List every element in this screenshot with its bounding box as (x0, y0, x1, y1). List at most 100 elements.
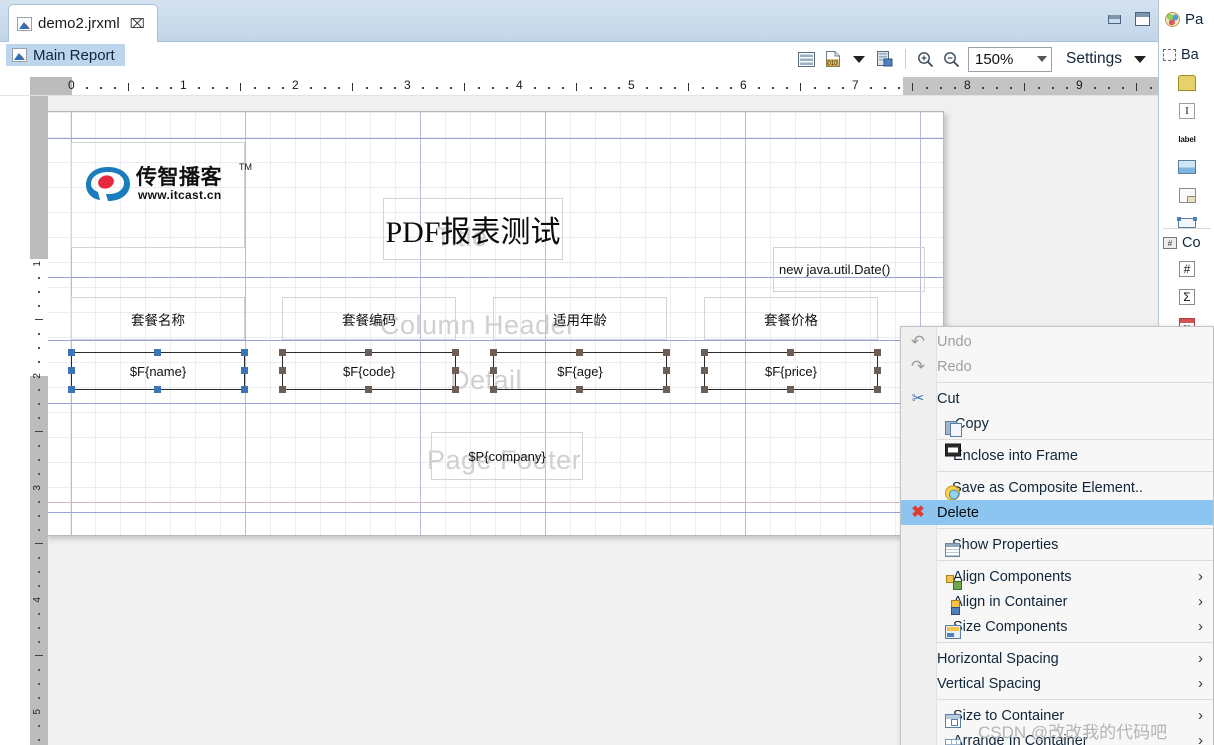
bands-icon[interactable] (794, 47, 820, 71)
settings-chevron-down-icon[interactable] (1134, 55, 1146, 63)
column-header-age[interactable]: 适用年龄 (493, 297, 667, 340)
menu-item-size-components[interactable]: Size Components › (901, 614, 1213, 639)
resize-handle-s[interactable] (154, 386, 161, 393)
ruler-tick-minor (282, 87, 284, 89)
ruler-tick-minor (548, 87, 550, 89)
detail-field-age[interactable]: $F{age} (490, 349, 670, 393)
palette-item-break-element[interactable] (1175, 184, 1199, 206)
ruler-tick-minor (366, 87, 368, 89)
resize-handle-w[interactable] (701, 367, 708, 374)
ruler-tick-minor (1122, 87, 1124, 89)
title-text-element[interactable]: PDF报表测试 (383, 198, 563, 260)
palette-item-image[interactable] (1175, 156, 1199, 178)
resize-handle-s[interactable] (787, 386, 794, 393)
resize-handle-w[interactable] (279, 367, 286, 374)
minimize-icon[interactable] (1108, 14, 1121, 24)
resize-handle-nw[interactable] (279, 349, 286, 356)
resize-handle-e[interactable] (241, 367, 248, 374)
resize-handle-sw[interactable] (68, 386, 75, 393)
detail-field-code[interactable]: $F{code} (279, 349, 459, 393)
resize-handle-w[interactable] (490, 367, 497, 374)
report-page-sheet[interactable]: Title Column Header Detail Page Footer 传… (48, 111, 944, 536)
column-header-price[interactable]: 套餐价格 (704, 297, 878, 340)
resize-handle-nw[interactable] (490, 349, 497, 356)
resize-handle-se[interactable] (874, 386, 881, 393)
data-fields-icon[interactable]: 010 (820, 47, 846, 71)
resize-handle-ne[interactable] (452, 349, 459, 356)
palette-item-static-text[interactable]: I (1175, 100, 1199, 122)
zoom-out-icon[interactable] (939, 47, 965, 71)
ruler-number: 2 (32, 373, 43, 379)
resize-handle-w[interactable] (68, 367, 75, 374)
palette-section-composite[interactable]: # Co (1163, 232, 1201, 254)
resize-handle-ne[interactable] (663, 349, 670, 356)
column-header-name[interactable]: 套餐名称 (71, 297, 245, 340)
resize-handle-n[interactable] (576, 349, 583, 356)
date-expression-element[interactable]: new java.util.Date() (773, 247, 925, 292)
menu-item-vertical-spacing[interactable]: Vertical Spacing › (901, 671, 1213, 696)
menu-item-align-in-container[interactable]: Align in Container › (901, 589, 1213, 615)
menu-item-cut[interactable]: ✂ Cut (901, 386, 1213, 411)
column-header-code[interactable]: 套餐编码 (282, 297, 456, 340)
resize-handle-e[interactable] (874, 367, 881, 374)
menu-item-copy[interactable]: Copy (901, 411, 1213, 437)
palette-item-page-number[interactable]: # (1175, 258, 1199, 280)
footer-field-element[interactable]: $P{company} (431, 432, 583, 480)
preview-icon[interactable] (872, 47, 898, 71)
detail-field-name[interactable]: $F{name} (68, 349, 248, 393)
tab-demo2-jrxml[interactable]: demo2.jrxml ⌧ (8, 4, 158, 42)
resize-handle-n[interactable] (787, 349, 794, 356)
resize-handle-se[interactable] (452, 386, 459, 393)
resize-handle-sw[interactable] (701, 386, 708, 393)
palette-item-rectangle[interactable] (1175, 212, 1199, 234)
palette-section-basic[interactable]: Ba (1163, 44, 1199, 66)
resize-handle-sw[interactable] (490, 386, 497, 393)
ruler-tick-major (1024, 83, 1025, 91)
menu-item-enclose-into-frame[interactable]: Enclose into Frame (901, 443, 1213, 468)
menu-item-save-as-composite-element[interactable]: Save as Composite Element.. (901, 475, 1213, 500)
resize-handle-s[interactable] (365, 386, 372, 393)
resize-handle-nw[interactable] (68, 349, 75, 356)
menu-item-align-components[interactable]: Align Components › (901, 564, 1213, 590)
palette-item-text-field[interactable]: label (1175, 128, 1199, 150)
jasper-report-icon (12, 48, 27, 62)
resize-handle-e[interactable] (663, 367, 670, 374)
resize-handle-ne[interactable] (241, 349, 248, 356)
menu-item-horizontal-spacing[interactable]: Horizontal Spacing › (901, 646, 1213, 671)
menu-item-undo[interactable]: ↶ Undo (901, 329, 1213, 354)
resize-handle-sw[interactable] (279, 386, 286, 393)
ruler-number: 4 (32, 597, 43, 603)
ruler-tick-minor (702, 87, 704, 89)
resize-handle-n[interactable] (365, 349, 372, 356)
palette-item-break[interactable] (1175, 72, 1199, 94)
logo-element[interactable]: 传智播客 TM www.itcast.cn (71, 142, 252, 248)
ruler-tick-minor (338, 87, 340, 89)
tab-main-report[interactable]: Main Report (6, 44, 125, 66)
resize-handle-nw[interactable] (701, 349, 708, 356)
resize-handle-se[interactable] (241, 386, 248, 393)
close-icon[interactable]: ⌧ (130, 16, 145, 32)
zoom-in-icon[interactable] (913, 47, 939, 71)
maximize-icon[interactable] (1135, 12, 1150, 26)
resize-handle-e[interactable] (452, 367, 459, 374)
menu-item-delete[interactable]: ✖ Delete (901, 500, 1213, 525)
resize-handle-s[interactable] (576, 386, 583, 393)
resize-handle-n[interactable] (154, 349, 161, 356)
ruler-tick-minor (534, 87, 536, 89)
ruler-tick-minor (38, 361, 40, 363)
zoom-level-select[interactable]: 150% (967, 46, 1052, 72)
settings-button[interactable]: Settings (1066, 50, 1122, 68)
resize-handle-se[interactable] (663, 386, 670, 393)
toolbar-dropdown-arrow[interactable] (846, 47, 872, 71)
palette-header[interactable]: Pa (1159, 4, 1214, 34)
ruler-tick-minor (324, 87, 326, 89)
palette-item-total-pages[interactable]: Σ (1175, 286, 1199, 308)
ruler-tick-minor (772, 87, 774, 89)
resize-handle-ne[interactable] (874, 349, 881, 356)
context-menu-items: ↶ Undo ↷ Redo ✂ Cut Copy Enclose into Frame Save… (901, 329, 1213, 745)
menu-item-show-properties[interactable]: Show Properties (901, 532, 1213, 557)
menu-item-redo[interactable]: ↷ Redo (901, 354, 1213, 379)
total-pages-icon: Σ (1179, 289, 1195, 305)
context-menu[interactable]: ↶ Undo ↷ Redo ✂ Cut Copy Enclose into Frame Save… (900, 326, 1214, 745)
detail-field-price[interactable]: $F{price} (701, 349, 881, 393)
